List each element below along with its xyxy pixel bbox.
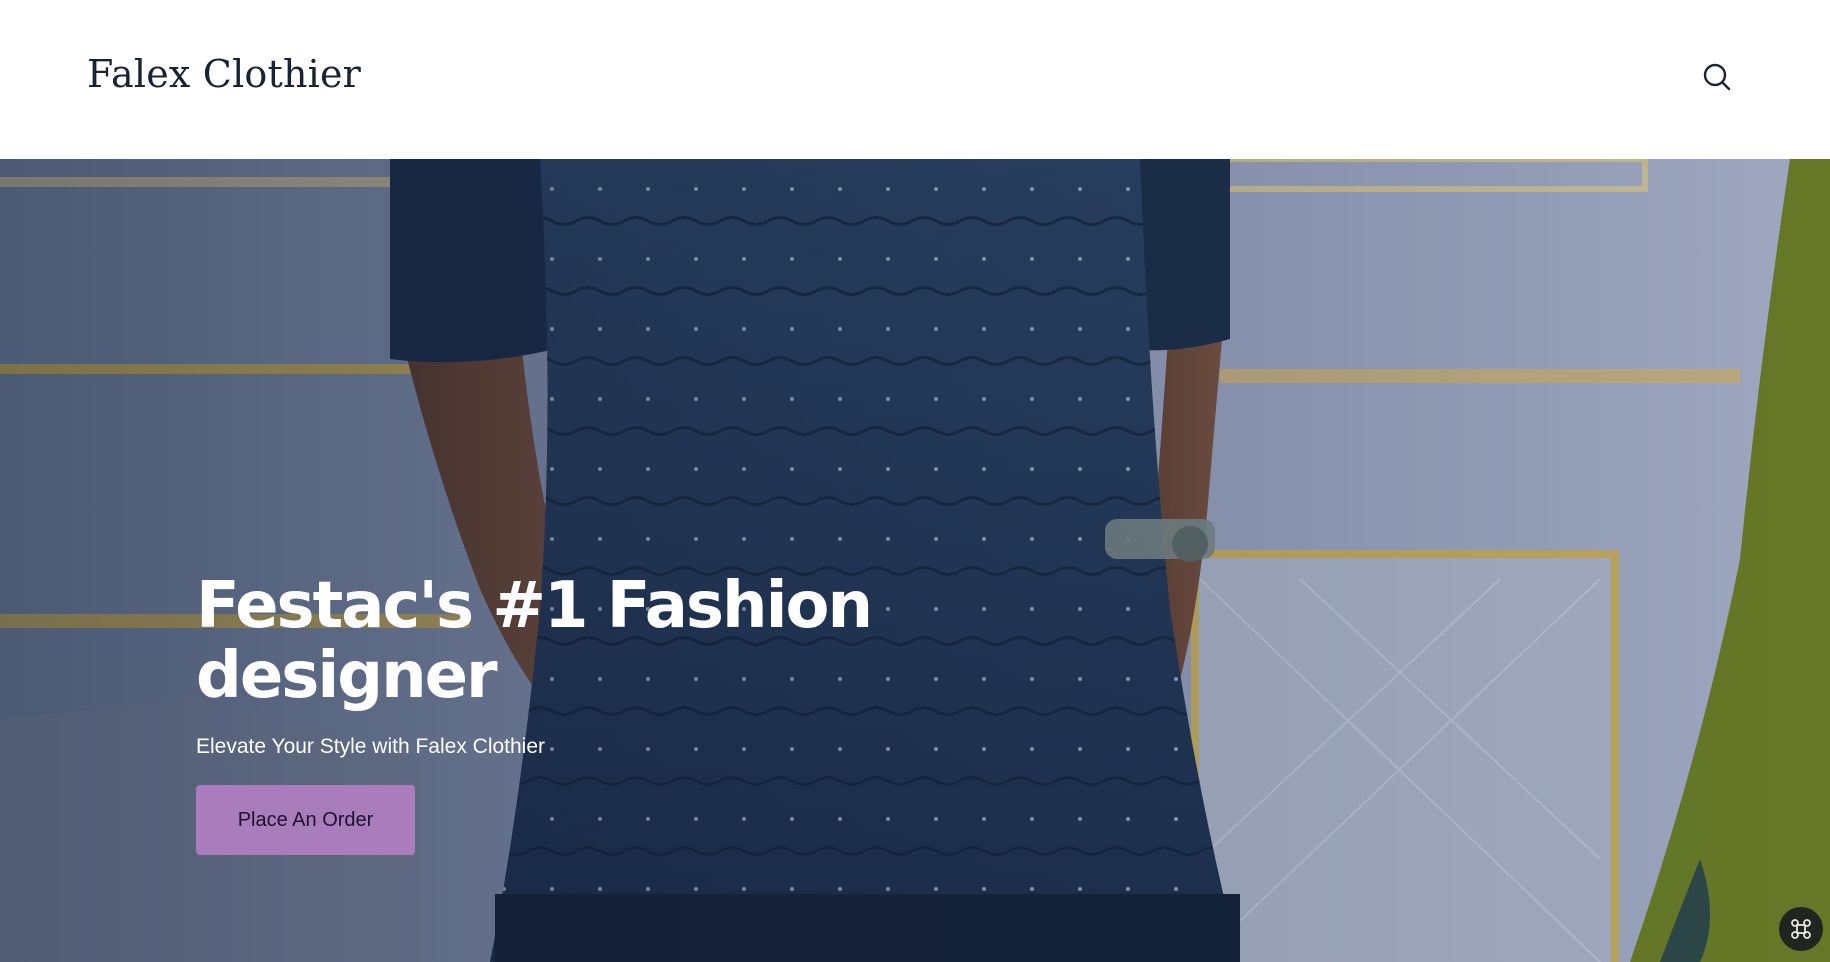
brand-logo[interactable]: Falex Clothier — [87, 52, 361, 96]
search-icon — [1703, 63, 1731, 91]
place-order-button[interactable]: Place An Order — [196, 785, 415, 855]
command-icon — [1791, 919, 1811, 939]
hero-headline: Festac's #1 Fashion designer — [196, 569, 873, 713]
site-header: Falex Clothier — [0, 0, 1830, 159]
hero-subtitle: Elevate Your Style with Falex Clothier — [196, 735, 546, 758]
floating-command-button[interactable] — [1779, 907, 1823, 951]
page: Falex Clothier Festac's #1 Fashion desig… — [0, 0, 1830, 962]
hero-section: Festac's #1 Fashion designer Elevate You… — [0, 159, 1830, 962]
hero-content: Festac's #1 Fashion designer Elevate You… — [196, 571, 996, 855]
search-button[interactable] — [1698, 58, 1736, 96]
